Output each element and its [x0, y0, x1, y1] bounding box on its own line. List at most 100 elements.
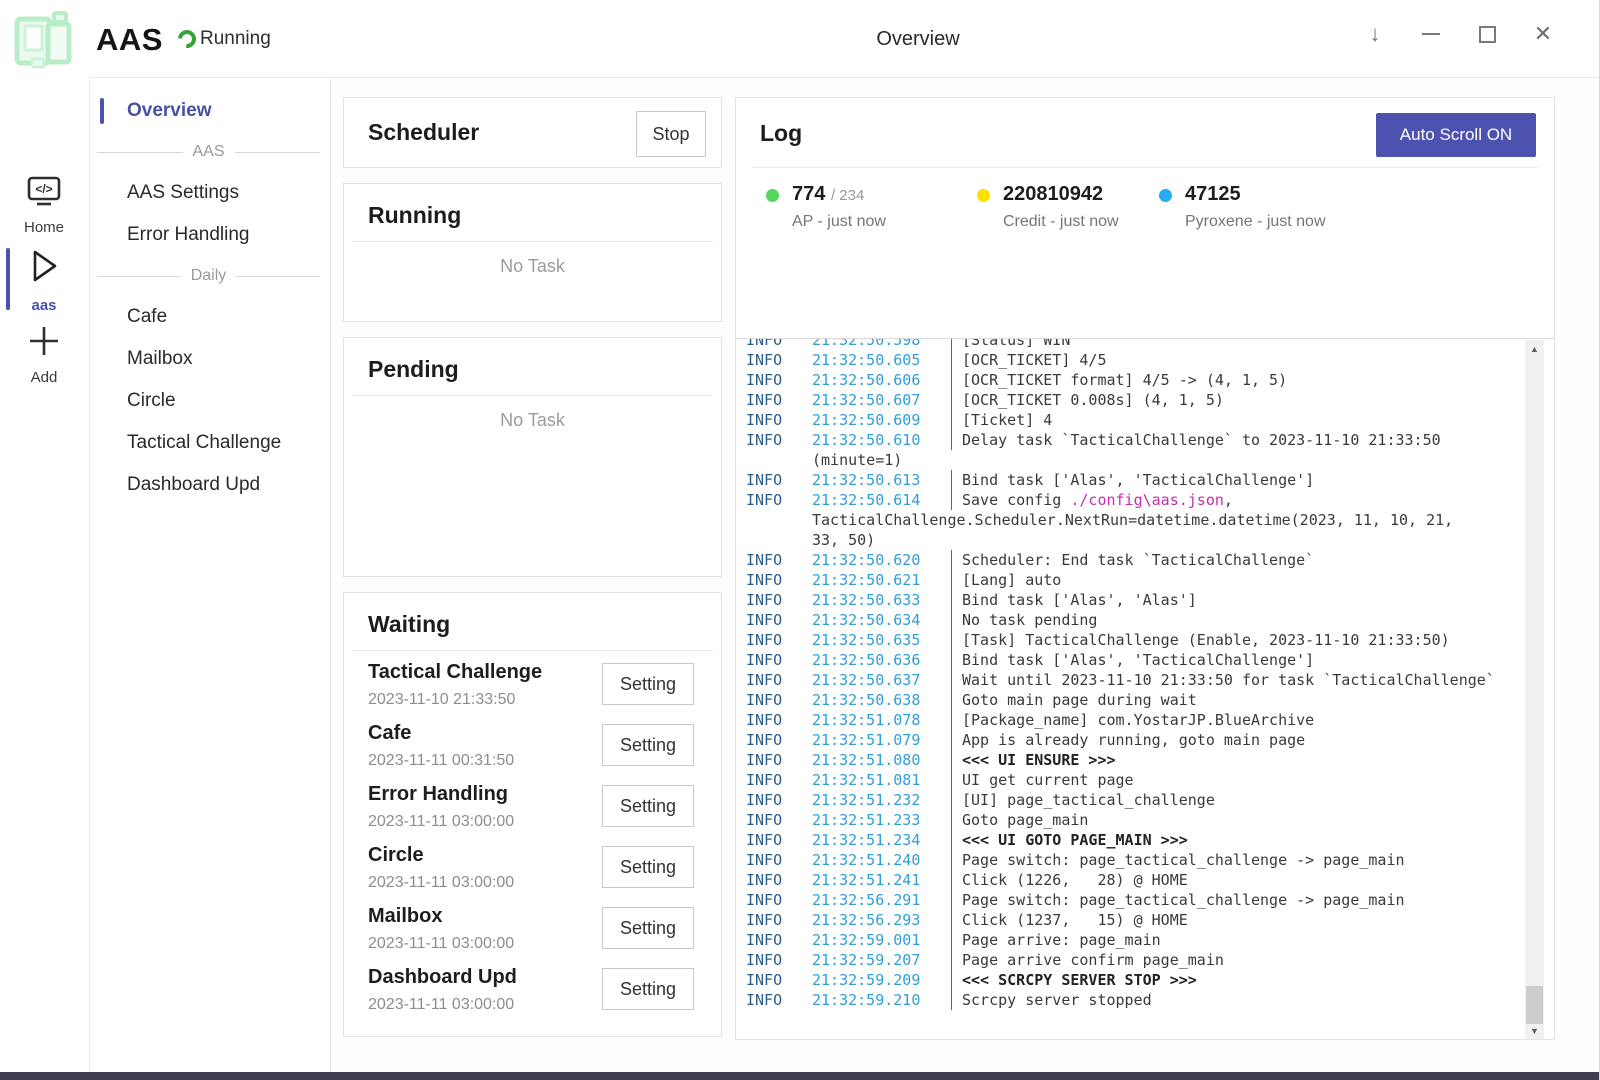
nav-item-cafe[interactable]: Cafe — [90, 296, 330, 338]
log-row: INFO21:32:51.232[UI] page_tactical_chall… — [746, 790, 1522, 810]
minimize-button[interactable] — [1403, 12, 1459, 56]
log-row: INFO21:32:51.241Click (1226, 28) @ HOME — [746, 870, 1522, 890]
log-row: INFO21:32:51.233Goto page_main — [746, 810, 1522, 830]
stat-label: Credit - just now — [1003, 213, 1119, 231]
log-title: Log — [760, 120, 802, 147]
rail-item-home[interactable]: </> Home — [0, 176, 88, 236]
log-timestamp: 21:32:51.233 — [812, 810, 951, 830]
log-row: TacticalChallenge.Scheduler.NextRun=date… — [746, 510, 1522, 530]
waiting-task-dashboard-upd: Dashboard Upd2023-11-11 03:00:00Setting — [344, 960, 721, 1021]
log-message-continuation: (minute=1) — [812, 450, 902, 470]
nav-item-circle[interactable]: Circle — [90, 380, 330, 422]
log-message: Delay task `TacticalChallenge` to 2023-1… — [951, 430, 1441, 450]
page-title: Overview — [876, 28, 959, 51]
log-level: INFO — [746, 810, 812, 830]
log-row: INFO21:32:50.620Scheduler: End task `Tac… — [746, 550, 1522, 570]
nav-item-tactical-challenge[interactable]: Tactical Challenge — [90, 422, 330, 464]
auto-scroll-button[interactable]: Auto Scroll ON — [1376, 113, 1536, 157]
stat-credit: 220810942Credit - just now — [977, 183, 1119, 231]
log-message: No task pending — [951, 610, 1097, 630]
stat-pyroxene: 47125Pyroxene - just now — [1159, 183, 1326, 231]
scrollbar-thumb[interactable] — [1526, 986, 1543, 1024]
log-row: INFO21:32:50.614Save config ./config\aas… — [746, 490, 1522, 510]
log-row: INFO21:32:50.610Delay task `TacticalChal… — [746, 430, 1522, 450]
log-level: INFO — [746, 390, 812, 410]
log-message: <<< SCRCPY SERVER STOP >>> — [951, 970, 1197, 990]
divider-line — [236, 276, 320, 277]
setting-button-tactical-challenge[interactable]: Setting — [602, 663, 694, 705]
stat-dot-icon — [977, 189, 990, 202]
scheduler-title: Scheduler — [368, 119, 479, 146]
log-card: Log Auto Scroll ON 774 / 234AP - just no… — [735, 97, 1555, 1040]
nav-divider-label: Daily — [191, 267, 227, 285]
log-timestamp: 21:32:50.633 — [812, 590, 951, 610]
log-message: Wait until 2023-11-10 21:33:50 for task … — [951, 670, 1495, 690]
stat-value: 774 / 234 — [792, 183, 886, 206]
run-status: Running — [178, 28, 271, 50]
active-indicator-bar — [6, 248, 10, 310]
setting-button-circle[interactable]: Setting — [602, 846, 694, 888]
log-row: INFO21:32:50.613Bind task ['Alas', 'Tact… — [746, 470, 1522, 490]
setting-button-error-handling[interactable]: Setting — [602, 785, 694, 827]
stat-text: 774 / 234AP - just now — [792, 183, 886, 231]
minimize-icon — [1422, 33, 1440, 35]
log-timestamp: 21:32:51.241 — [812, 870, 951, 890]
waiting-card: Waiting Tactical Challenge2023-11-10 21:… — [343, 592, 722, 1037]
maximize-button[interactable] — [1459, 12, 1515, 56]
divider-line — [97, 152, 183, 153]
scrollbar-down-arrow[interactable]: ▼ — [1525, 1022, 1544, 1039]
nav-list: OverviewAASAAS SettingsError HandlingDai… — [90, 90, 330, 506]
scrollbar-up-arrow[interactable]: ▲ — [1525, 340, 1544, 357]
log-message: [Ticket] 4 — [951, 410, 1052, 430]
log-level: INFO — [746, 410, 812, 430]
log-scroll-area[interactable]: INFO21:32:50.598[Status] WININFO21:32:50… — [736, 338, 1554, 1039]
log-level: INFO — [746, 630, 812, 650]
log-message: Goto main page during wait — [951, 690, 1197, 710]
nav-item-aas-settings[interactable]: AAS Settings — [90, 172, 330, 214]
log-message: [Status] WIN — [951, 338, 1070, 350]
plus-icon — [26, 324, 62, 358]
log-row: INFO21:32:50.638Goto main page during wa… — [746, 690, 1522, 710]
log-timestamp: 21:32:56.293 — [812, 910, 951, 930]
pending-empty-text: No Task — [344, 410, 721, 431]
log-timestamp: 21:32:50.598 — [812, 338, 951, 350]
log-message: Click (1237, 15) @ HOME — [951, 910, 1188, 930]
log-timestamp: 21:32:51.232 — [812, 790, 951, 810]
hide-to-tray-button[interactable]: ↓ — [1347, 12, 1403, 56]
nav-item-error-handling[interactable]: Error Handling — [90, 214, 330, 256]
log-row: INFO21:32:56.293Click (1237, 15) @ HOME — [746, 910, 1522, 930]
log-message-continuation: TacticalChallenge.Scheduler.NextRun=date… — [812, 510, 1453, 530]
close-button[interactable]: ✕ — [1515, 12, 1571, 56]
stat-value: 47125 — [1185, 183, 1326, 206]
log-level: INFO — [746, 890, 812, 910]
rail-item-add[interactable]: Add — [0, 324, 88, 386]
stop-button[interactable]: Stop — [636, 111, 706, 157]
log-level: INFO — [746, 590, 812, 610]
stat-dot-icon — [766, 189, 779, 202]
log-row: 33, 50) — [746, 530, 1522, 550]
log-timestamp: 21:32:50.636 — [812, 650, 951, 670]
log-timestamp: 21:32:50.620 — [812, 550, 951, 570]
log-row: INFO21:32:59.209<<< SCRCPY SERVER STOP >… — [746, 970, 1522, 990]
divider — [352, 395, 713, 396]
play-icon — [25, 246, 63, 286]
setting-button-mailbox[interactable]: Setting — [602, 907, 694, 949]
nav-item-overview[interactable]: Overview — [90, 90, 330, 132]
log-message: [OCR_TICKET 0.008s] (4, 1, 5) — [951, 390, 1224, 410]
log-level: INFO — [746, 470, 812, 490]
log-row: INFO21:32:59.001Page arrive: page_main — [746, 930, 1522, 950]
nav-item-dashboard-upd[interactable]: Dashboard Upd — [90, 464, 330, 506]
log-level: INFO — [746, 790, 812, 810]
setting-button-cafe[interactable]: Setting — [602, 724, 694, 766]
pending-card: Pending No Task — [343, 337, 722, 577]
rail-item-aas[interactable]: aas — [0, 246, 88, 314]
nav-item-mailbox[interactable]: Mailbox — [90, 338, 330, 380]
log-message: Scheduler: End task `TacticalChallenge` — [951, 550, 1314, 570]
log-message: Scrcpy server stopped — [951, 990, 1152, 1010]
log-scrollbar[interactable]: ▲ ▼ — [1525, 340, 1544, 1039]
running-empty-text: No Task — [344, 256, 721, 277]
log-timestamp: 21:32:59.207 — [812, 950, 951, 970]
log-timestamp: 21:32:50.614 — [812, 490, 951, 510]
setting-button-dashboard-upd[interactable]: Setting — [602, 968, 694, 1010]
log-message: Save config ./config\aas.json, — [951, 490, 1233, 510]
